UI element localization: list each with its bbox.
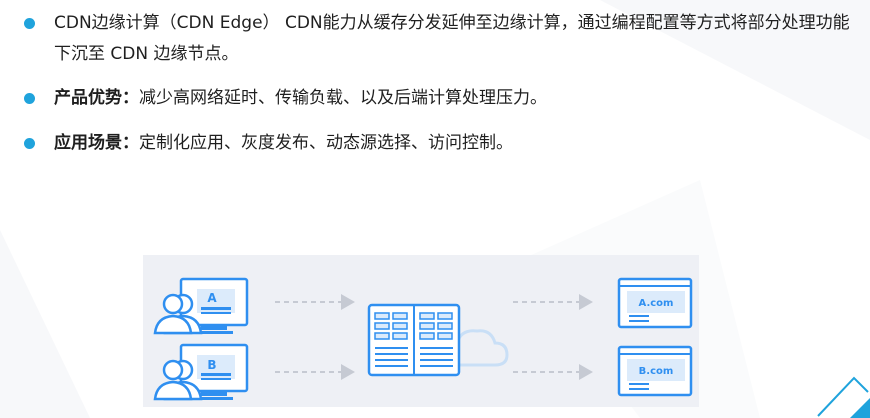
site-a-label: A.com (639, 298, 674, 309)
bullet-advantages: 产品优势：减少高网络延时、传输负载、以及后端计算处理压力。 (18, 83, 863, 114)
site-b-label: B.com (639, 366, 674, 377)
client-b-label: B (207, 358, 216, 372)
edge-diagram: A B A.com B.com (143, 255, 699, 407)
site-a: A.com (617, 277, 693, 329)
client-b: B (153, 343, 249, 401)
bullet-3-strong: 应用场景： (54, 133, 139, 153)
edge-node (367, 303, 509, 377)
bullet-dot-icon (24, 93, 35, 104)
bullet-scenarios: 应用场景：定制化应用、灰度发布、动态源选择、访问控制。 (18, 128, 863, 159)
client-a: A (153, 277, 249, 335)
bullet-1-text: CDN边缘计算（CDN Edge） CDN能力从缓存分发延伸至边缘计算，通过编程… (54, 13, 850, 64)
bullet-list: CDN边缘计算（CDN Edge） CDN能力从缓存分发延伸至边缘计算，通过编程… (18, 8, 863, 159)
bullet-2-text: 减少高网络延时、传输负载、以及后端计算处理压力。 (139, 88, 547, 108)
server-icon (367, 303, 461, 377)
bullet-dot-icon (24, 18, 35, 29)
bullet-3-text: 定制化应用、灰度发布、动态源选择、访问控制。 (139, 133, 513, 153)
bullet-cdn-edge: CDN边缘计算（CDN Edge） CDN能力从缓存分发延伸至边缘计算，通过编程… (18, 8, 863, 70)
edge-diagram-canvas: A B A.com B.com (153, 277, 693, 401)
client-a-label: A (207, 291, 217, 305)
bullet-2-strong: 产品优势： (54, 88, 139, 108)
bullet-dot-icon (24, 138, 35, 149)
site-b: B.com (617, 345, 693, 397)
corner-triangle-decoration (817, 376, 870, 418)
